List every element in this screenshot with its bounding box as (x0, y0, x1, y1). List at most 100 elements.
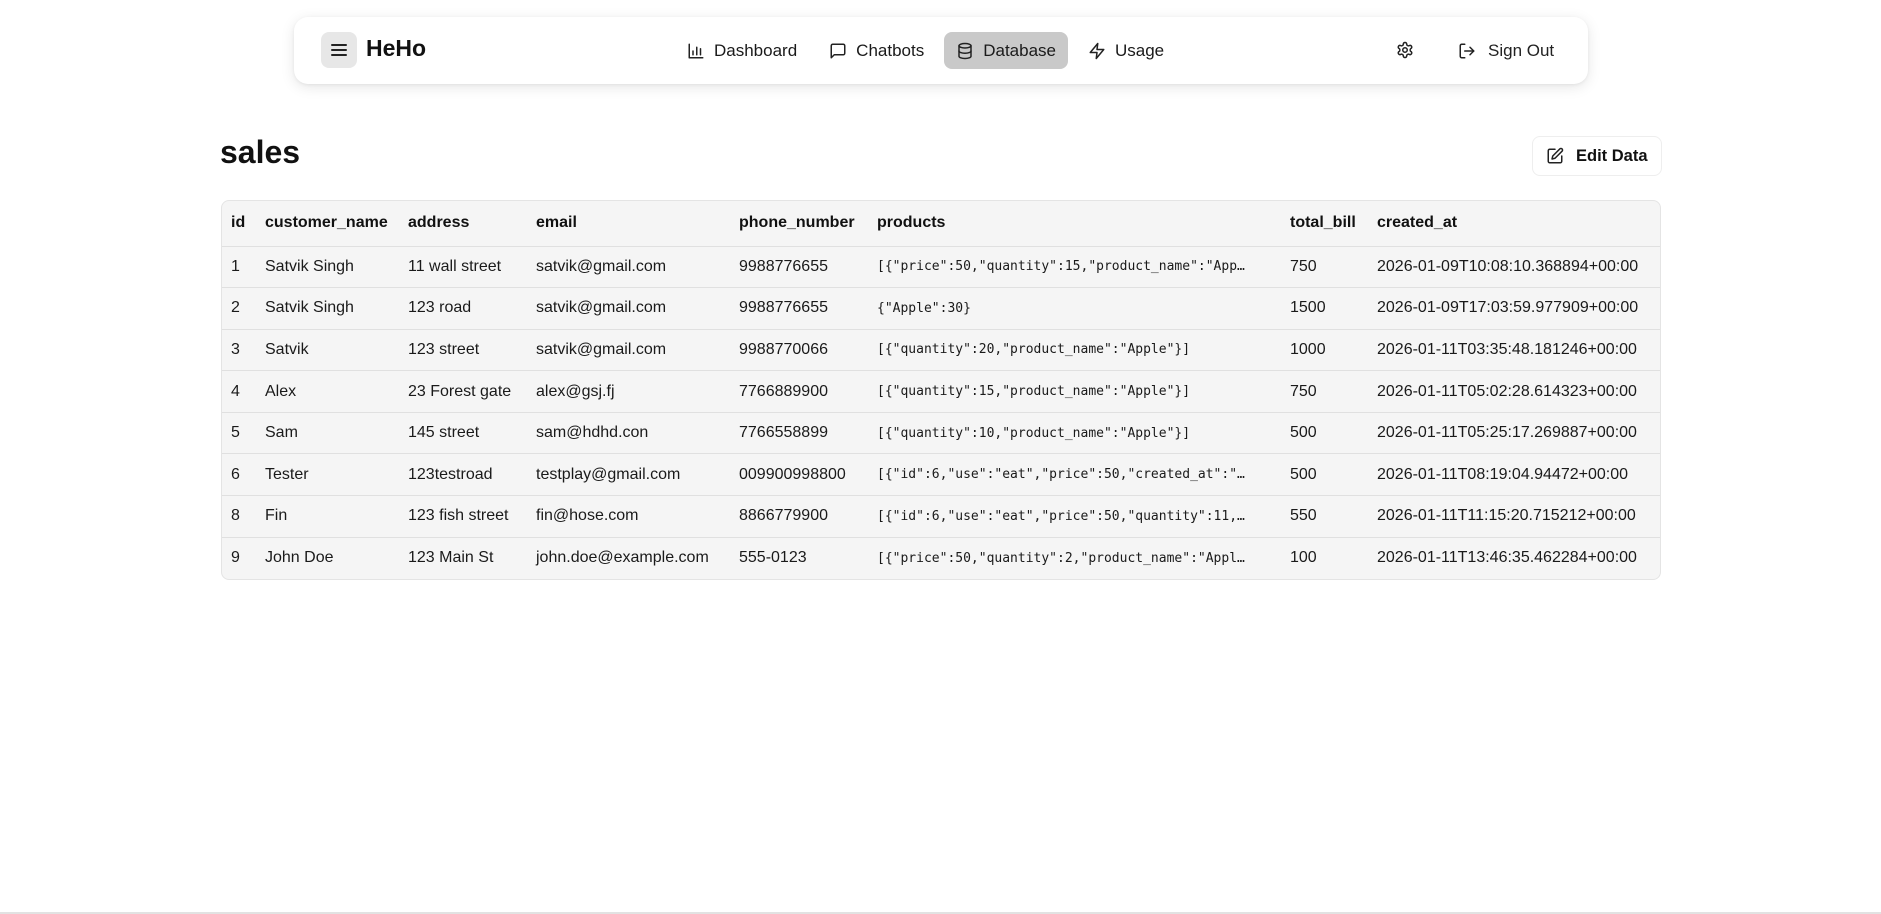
cell-phone-number: 555-0123 (730, 536, 868, 579)
cell-created-at: 2026-01-11T13:46:35.462284+00:00 (1368, 536, 1660, 579)
cell-products: [{"id":6,"use":"eat","price":50,"created… (868, 453, 1281, 496)
nav-item-label: Usage (1115, 40, 1165, 60)
cell-total-bill: 550 (1281, 495, 1368, 538)
cell-phone-number: 9988776655 (730, 245, 868, 288)
cell-email: satvik@gmail.com (527, 287, 730, 330)
table-row[interactable]: 3 Satvik 123 street satvik@gmail.com 998… (222, 328, 1660, 371)
cell-customer-name: Sam (256, 411, 399, 454)
cell-address: 123 fish street (399, 495, 527, 538)
cell-products: {"Apple":30} (868, 287, 1281, 330)
cell-customer-name: Tester (256, 453, 399, 496)
sign-out-button[interactable]: Sign Out (1452, 32, 1560, 69)
cell-id: 9 (222, 536, 256, 579)
sign-out-icon (1459, 43, 1475, 58)
nav-item-chatbots[interactable]: Chatbots (817, 32, 936, 69)
cell-address: 123testroad (399, 453, 527, 496)
cell-created-at: 2026-01-11T08:19:04.94472+00:00 (1368, 453, 1660, 496)
cell-created-at: 2026-01-11T05:25:17.269887+00:00 (1368, 411, 1660, 454)
table-row[interactable]: 9 John Doe 123 Main St john.doe@example.… (222, 536, 1660, 579)
cell-customer-name: John Doe (256, 536, 399, 579)
cell-customer-name: Alex (256, 370, 399, 413)
cell-products: [{"price":50,"quantity":15,"product_name… (868, 245, 1281, 288)
table-row[interactable]: 8 Fin 123 fish street fin@hose.com 88667… (222, 495, 1660, 538)
column-header[interactable]: customer_name (256, 201, 399, 246)
column-header[interactable]: id (222, 201, 256, 246)
cell-id: 2 (222, 287, 256, 330)
cell-total-bill: 750 (1281, 245, 1368, 288)
page-title: sales (220, 134, 301, 170)
cell-id: 1 (222, 245, 256, 288)
bar-chart-icon (688, 43, 704, 58)
data-table-container: id customer_name address email phone_num… (221, 200, 1661, 580)
brand-logo-text[interactable]: HeHo (366, 35, 426, 62)
cell-created-at: 2026-01-09T10:08:10.368894+00:00 (1368, 245, 1660, 288)
menu-button[interactable] (321, 32, 357, 68)
nav-item-label: Dashboard (714, 40, 798, 60)
cell-address: 23 Forest gate (399, 370, 527, 413)
cell-total-bill: 100 (1281, 536, 1368, 579)
cell-customer-name: Satvik (256, 328, 399, 371)
table-row[interactable]: 4 Alex 23 Forest gate alex@gsj.fj 776688… (222, 370, 1660, 413)
cell-id: 5 (222, 411, 256, 454)
cell-email: alex@gsj.fj (527, 370, 730, 413)
column-header[interactable]: email (527, 201, 730, 246)
cell-total-bill: 1500 (1281, 287, 1368, 330)
hamburger-menu-icon (331, 44, 347, 56)
cell-address: 145 street (399, 411, 527, 454)
edit-icon (1547, 147, 1564, 164)
cell-created-at: 2026-01-11T03:35:48.181246+00:00 (1368, 328, 1660, 371)
edit-data-label: Edit Data (1576, 146, 1648, 165)
column-header[interactable]: products (868, 201, 1281, 246)
top-navigation-bar: HeHo Dashboard Chatbots Database Usage S… (294, 17, 1588, 84)
cell-created-at: 2026-01-09T17:03:59.977909+00:00 (1368, 287, 1660, 330)
cell-total-bill: 1000 (1281, 328, 1368, 371)
cell-phone-number: 9988770066 (730, 328, 868, 371)
nav-item-database[interactable]: Database (944, 32, 1068, 69)
cell-customer-name: Satvik Singh (256, 287, 399, 330)
chat-bubble-icon (830, 43, 846, 58)
cell-address: 123 road (399, 287, 527, 330)
table-row[interactable]: 5 Sam 145 street sam@hdhd.con 7766558899… (222, 411, 1660, 454)
cell-customer-name: Fin (256, 495, 399, 538)
nav-item-label: Database (983, 40, 1056, 60)
cell-address: 123 street (399, 328, 527, 371)
nav-item-dashboard[interactable]: Dashboard (675, 32, 809, 69)
cell-address: 11 wall street (399, 245, 527, 288)
cell-created-at: 2026-01-11T05:02:28.614323+00:00 (1368, 370, 1660, 413)
cell-total-bill: 500 (1281, 453, 1368, 496)
column-header[interactable]: phone_number (730, 201, 868, 246)
cell-created-at: 2026-01-11T11:15:20.715212+00:00 (1368, 495, 1660, 538)
edit-data-button[interactable]: Edit Data (1532, 136, 1662, 176)
settings-button[interactable] (1392, 37, 1418, 63)
cell-total-bill: 500 (1281, 411, 1368, 454)
cell-email: fin@hose.com (527, 495, 730, 538)
cell-email: john.doe@example.com (527, 536, 730, 579)
gear-icon (1397, 41, 1413, 59)
cell-email: satvik@gmail.com (527, 328, 730, 371)
nav-item-usage[interactable]: Usage (1076, 32, 1176, 69)
sign-out-label: Sign Out (1488, 40, 1555, 60)
column-header[interactable]: created_at (1368, 201, 1660, 246)
cell-phone-number: 9988776655 (730, 287, 868, 330)
cell-products: [{"quantity":20,"product_name":"Apple"}] (868, 328, 1281, 371)
table-row[interactable]: 1 Satvik Singh 11 wall street satvik@gma… (222, 245, 1660, 288)
cell-email: sam@hdhd.con (527, 411, 730, 454)
cell-products: [{"price":50,"quantity":2,"product_name"… (868, 536, 1281, 579)
main-nav: Dashboard Chatbots Database Usage (675, 32, 1176, 69)
cell-email: testplay@gmail.com (527, 453, 730, 496)
nav-item-label: Chatbots (856, 40, 925, 60)
cell-id: 4 (222, 370, 256, 413)
table-row[interactable]: 2 Satvik Singh 123 road satvik@gmail.com… (222, 287, 1660, 330)
cell-products: [{"quantity":10,"product_name":"Apple"}] (868, 411, 1281, 454)
page: HeHo Dashboard Chatbots Database Usage S… (0, 0, 1881, 914)
table-row[interactable]: 6 Tester 123testroad testplay@gmail.com … (222, 453, 1660, 496)
column-header[interactable]: total_bill (1281, 201, 1368, 246)
cell-id: 6 (222, 453, 256, 496)
cell-phone-number: 009900998800 (730, 453, 868, 496)
column-header[interactable]: address (399, 201, 527, 246)
cell-total-bill: 750 (1281, 370, 1368, 413)
cell-phone-number: 7766889900 (730, 370, 868, 413)
cell-id: 8 (222, 495, 256, 538)
cell-customer-name: Satvik Singh (256, 245, 399, 288)
table-header-row: id customer_name address email phone_num… (222, 201, 1660, 246)
